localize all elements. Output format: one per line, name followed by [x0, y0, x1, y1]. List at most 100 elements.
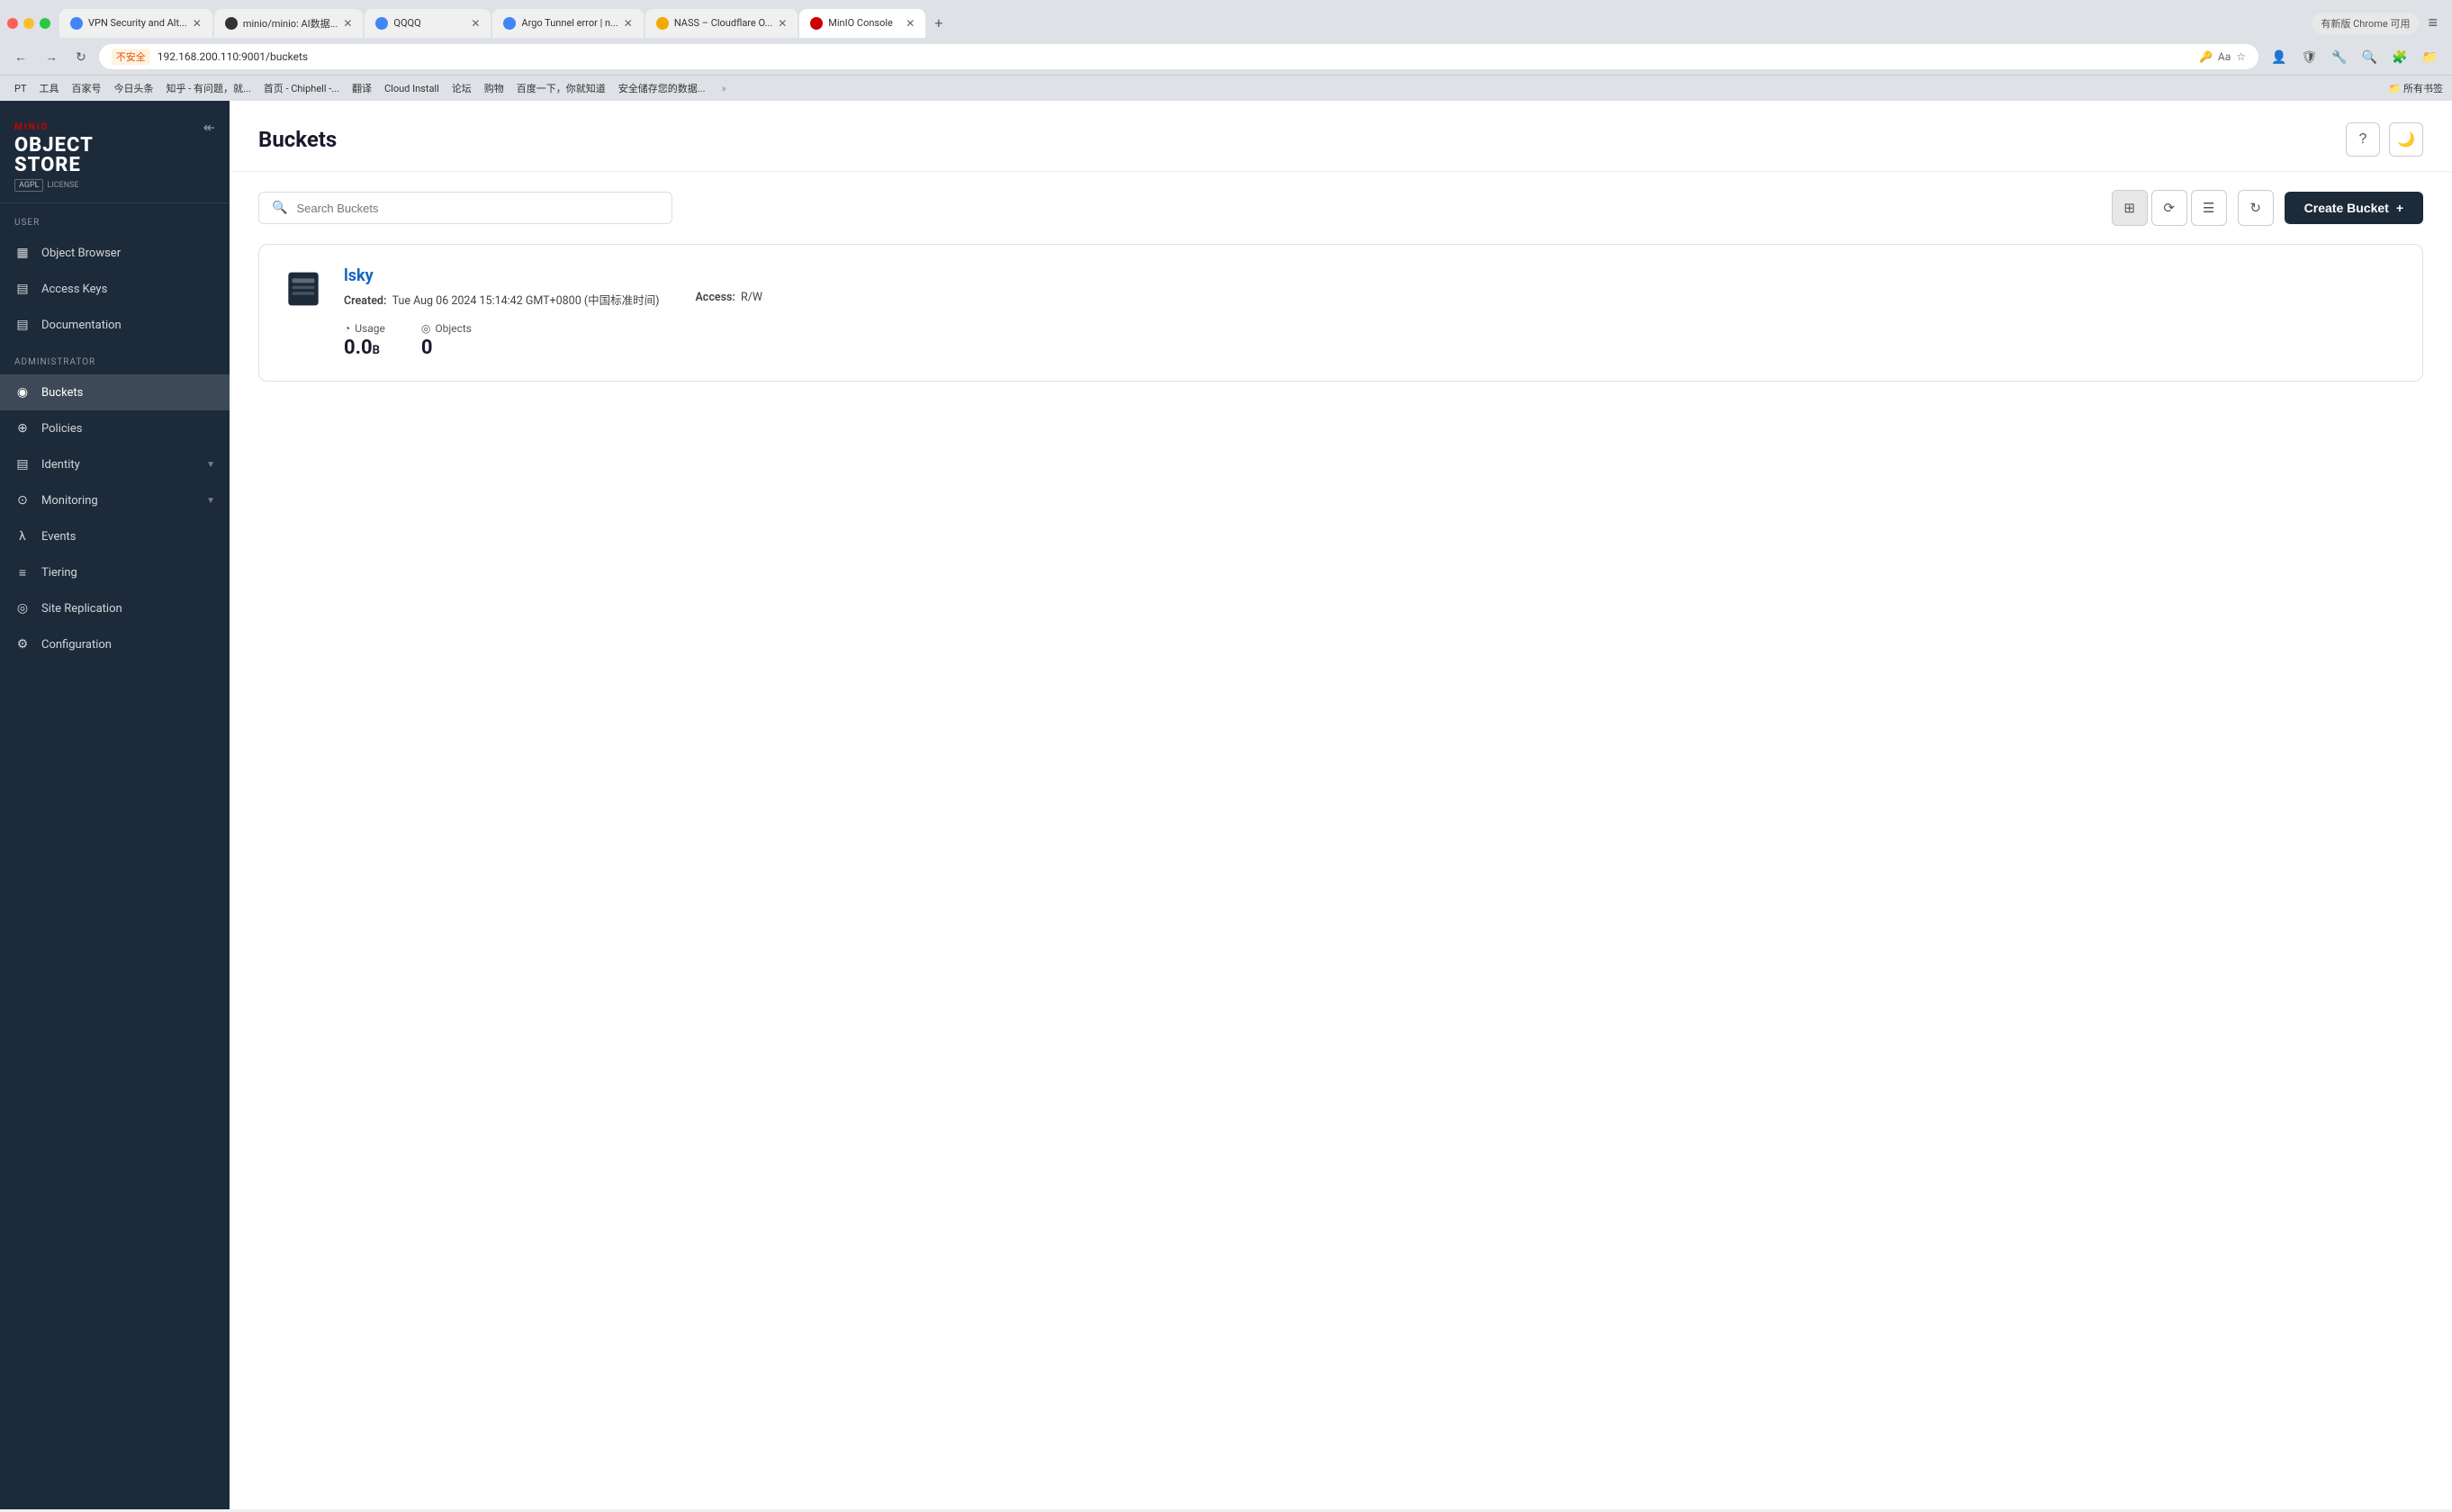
tab-argo[interactable]: Argo Tunnel error | n... ✕	[492, 9, 643, 38]
extension-icon-4[interactable]: 🧩	[2386, 46, 2412, 68]
tab-vpn[interactable]: VPN Security and Alt... ✕	[59, 9, 212, 38]
sidebar-item-policies[interactable]: ⊕ Policies	[0, 410, 230, 446]
tab-close-minio-console[interactable]: ✕	[906, 17, 915, 30]
profile-icon[interactable]: 👤	[2266, 46, 2292, 68]
create-bucket-button[interactable]: Create Bucket +	[2285, 192, 2423, 224]
bookmark-0[interactable]: PT	[9, 79, 32, 97]
main-content: Buckets ? 🌙 🔍 ⊞ ⟳ ☰ ↻ Create Bucket +	[230, 101, 2452, 1509]
list-view-button[interactable]: ☰	[2191, 190, 2227, 226]
tab-qqqq[interactable]: QQQQ✕	[365, 9, 491, 38]
sidebar-item-tiering[interactable]: ≡ Tiering	[0, 554, 230, 590]
sidebar-label-policies: Policies	[41, 422, 215, 436]
sidebar-item-identity[interactable]: ▤ Identity ▼	[0, 446, 230, 482]
bookmark-1[interactable]: 工具	[34, 79, 65, 97]
all-bookmarks[interactable]: 📁 所有书签	[2389, 81, 2443, 95]
extension-icon-2[interactable]: 🔧	[2326, 46, 2352, 68]
extension-icon-5[interactable]: 📁	[2417, 46, 2443, 68]
address-bar[interactable]: 不安全 192.168.200.110:9001/buckets 🔑 Aa ☆	[99, 44, 2258, 69]
sidebar-item-buckets[interactable]: ◉ Buckets	[0, 374, 230, 410]
create-bucket-label: Create Bucket	[2304, 201, 2389, 215]
tab-favicon-minio-console	[810, 17, 823, 30]
admin-nav: ◉ Buckets ⊕ Policies ▤ Identity ▼ ⊙ Moni…	[0, 374, 230, 662]
grid-view-button[interactable]: ⊞	[2112, 190, 2148, 226]
fullscreen-traffic-light[interactable]	[40, 18, 50, 29]
bookmark-2[interactable]: 百家号	[67, 79, 107, 97]
tab-close-minio-github[interactable]: ✕	[343, 17, 352, 30]
sidebar-collapse-button[interactable]: ↞	[203, 119, 215, 136]
objects-stat: ◎ Objects 0	[421, 322, 472, 359]
extension-icon-1[interactable]: 🛡	[2295, 46, 2322, 68]
tab-close-qqqq[interactable]: ✕	[471, 17, 480, 30]
tab-expand-button[interactable]: ≡	[2420, 10, 2445, 36]
search-box[interactable]: 🔍	[258, 192, 672, 224]
sidebar-label-tiering: Tiering	[41, 566, 215, 580]
help-button[interactable]: ?	[2346, 122, 2380, 157]
tab-minio-github[interactable]: minio/minio: AI数据...✕	[214, 9, 364, 38]
toolbar: 🔍 ⊞ ⟳ ☰ ↻ Create Bucket +	[230, 172, 2452, 244]
tab-favicon-qqqq	[375, 17, 388, 30]
sidebar-item-monitoring[interactable]: ⊙ Monitoring ▼	[0, 482, 230, 518]
bucket-name[interactable]: lsky	[344, 266, 2401, 285]
sidebar-item-documentation[interactable]: ▤ Documentation	[0, 307, 230, 343]
chevron-icon-monitoring: ▼	[206, 496, 215, 506]
bookmarks-bar: PT工具百家号今日头条知乎 - 有问题，就...首页 - Chiphell -.…	[0, 75, 2452, 101]
extension-icon-3[interactable]: 🔍	[2357, 46, 2383, 68]
tab-close-argo[interactable]: ✕	[624, 17, 633, 30]
sidebar-label-site-replication: Site Replication	[41, 602, 215, 616]
tab-favicon-nass	[656, 17, 669, 30]
translate-icon: Aa	[2218, 50, 2231, 63]
bookmark-11[interactable]: 安全储存您的数据...	[613, 79, 711, 97]
bookmark-8[interactable]: 论坛	[446, 79, 477, 97]
bookmark-4[interactable]: 知乎 - 有问题，就...	[161, 79, 257, 97]
dark-mode-button[interactable]: 🌙	[2389, 122, 2423, 157]
tab-nass[interactable]: NASS – Cloudflare O...✕	[645, 9, 798, 38]
sidebar-item-object-browser[interactable]: ▦ Object Browser	[0, 235, 230, 271]
refresh-button[interactable]: ↻	[2238, 190, 2274, 226]
tab-favicon-vpn	[70, 17, 83, 30]
tab-label-vpn: VPN Security and Alt...	[88, 17, 187, 29]
tab-close-vpn[interactable]: ✕	[193, 17, 202, 30]
sidebar-item-events[interactable]: λ Events	[0, 518, 230, 554]
sidebar-icon-tiering: ≡	[14, 564, 31, 580]
search-input[interactable]	[296, 202, 659, 215]
sidebar-item-site-replication[interactable]: ◎ Site Replication	[0, 590, 230, 626]
tab-close-nass[interactable]: ✕	[778, 17, 787, 30]
page-title: Buckets	[258, 127, 337, 152]
security-warning: 不安全	[112, 49, 150, 65]
bookmark-5[interactable]: 首页 - Chiphell -...	[258, 79, 345, 97]
bookmark-6[interactable]: 翻译	[347, 79, 377, 97]
user-nav: ▦ Object Browser ▤ Access Keys ▤ Documen…	[0, 235, 230, 343]
sidebar-label-monitoring: Monitoring	[41, 494, 195, 508]
back-button[interactable]: ←	[9, 46, 32, 68]
tab-label-argo: Argo Tunnel error | n...	[521, 17, 618, 29]
bookmark-10[interactable]: 百度一下，你就知道	[511, 79, 611, 97]
usage-value: 0.0B	[344, 337, 385, 359]
bucket-meta: Created: Tue Aug 06 2024 15:14:42 GMT+08…	[344, 291, 2401, 308]
tab-minio-console[interactable]: MinIO Console✕	[799, 9, 925, 38]
sidebar-icon-policies: ⊕	[14, 420, 31, 436]
user-section: User ▦ Object Browser ▤ Access Keys ▤ Do…	[0, 203, 230, 343]
bookmark-7[interactable]: Cloud Install	[379, 79, 445, 97]
sidebar-label-access-keys: Access Keys	[41, 283, 215, 296]
bucket-created: Created: Tue Aug 06 2024 15:14:42 GMT+08…	[344, 291, 659, 308]
license-text: LICENSE	[47, 181, 78, 190]
bookmark-9[interactable]: 购物	[479, 79, 509, 97]
sidebar-item-access-keys[interactable]: ▤ Access Keys	[0, 271, 230, 307]
admin-section-label: Administrator	[0, 357, 230, 374]
forward-button[interactable]: →	[40, 46, 63, 68]
bucket-card[interactable]: lsky Created: Tue Aug 06 2024 15:14:42 G…	[258, 244, 2423, 382]
minimize-traffic-light[interactable]	[23, 18, 34, 29]
new-tab-button[interactable]: +	[927, 7, 950, 39]
bookmark-3[interactable]: 今日头条	[109, 79, 159, 97]
sort-button[interactable]: ⟳	[2151, 190, 2187, 226]
create-bucket-plus-icon: +	[2396, 201, 2403, 215]
header-actions: ? 🌙	[2346, 122, 2423, 157]
close-traffic-light[interactable]	[7, 18, 18, 29]
sidebar-item-configuration[interactable]: ⚙ Configuration	[0, 626, 230, 662]
reload-button[interactable]: ↻	[70, 46, 92, 68]
new-version-notice[interactable]: 有新版 Chrome 可用	[2312, 13, 2419, 34]
bucket-stats: ◔ Usage 0.0B ◎ Objects	[344, 322, 2401, 359]
more-bookmarks[interactable]: »	[721, 83, 726, 94]
sidebar: MINIO ↞ OBJECTOBJECT STORESTORE AGPL LIC…	[0, 101, 230, 1509]
address-icons: 🔑 Aa ☆	[2199, 50, 2246, 63]
